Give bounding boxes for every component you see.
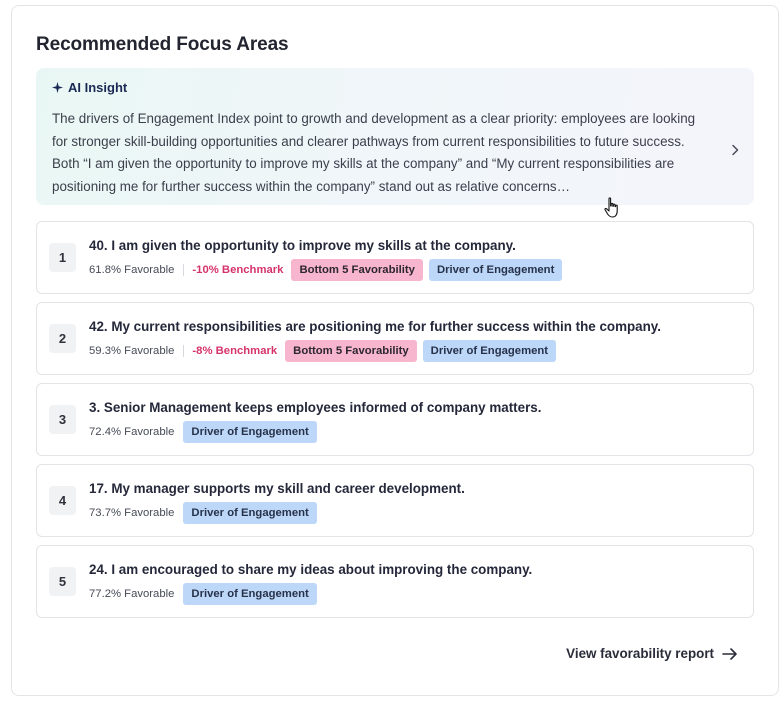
- item-meta: 73.7% Favorable Driver of Engagement: [89, 502, 317, 524]
- ai-insight-text: The drivers of Engagement Index point to…: [52, 111, 696, 194]
- tag-driver-of-engagement: Driver of Engagement: [422, 340, 557, 362]
- favorable-score: 72.4% Favorable: [89, 426, 175, 438]
- tag-driver-of-engagement: Driver of Engagement: [183, 583, 317, 605]
- rank-badge: 5: [49, 567, 76, 596]
- ai-insight-heading: AI Insight: [68, 80, 128, 95]
- favorable-score: 77.2% Favorable: [89, 588, 175, 600]
- question-text: 42. My current responsibilities are posi…: [89, 319, 661, 334]
- focus-area-item[interactable]: 4 17. My manager supports my skill and c…: [36, 464, 754, 537]
- view-favorability-report-link[interactable]: View favorability report: [566, 646, 738, 661]
- chevron-right-icon[interactable]: [728, 143, 742, 157]
- tag-driver-of-engagement: Driver of Engagement: [183, 502, 317, 524]
- sparkle-icon: [52, 82, 63, 93]
- question-text: 17. My manager supports my skill and car…: [89, 481, 465, 496]
- tag-bottom-5: Bottom 5 Favorability: [291, 259, 423, 281]
- item-meta: 77.2% Favorable Driver of Engagement: [89, 583, 317, 605]
- rank-badge: 4: [49, 486, 76, 515]
- meta-divider: [183, 345, 185, 357]
- focus-area-item[interactable]: 2 42. My current responsibilities are po…: [36, 302, 754, 375]
- card-title: Recommended Focus Areas: [36, 34, 289, 55]
- rank-badge: 1: [49, 243, 76, 272]
- tag-bottom-5: Bottom 5 Favorability: [285, 340, 417, 362]
- tag-driver-of-engagement: Driver of Engagement: [183, 421, 317, 443]
- favorable-score: 61.8% Favorable: [89, 264, 175, 276]
- favorable-score: 59.3% Favorable: [89, 345, 175, 357]
- item-meta: 61.8% Favorable -10% Benchmark Bottom 5 …: [89, 259, 563, 281]
- ai-insight-header: AI Insight: [52, 80, 127, 95]
- meta-divider: [183, 264, 185, 276]
- benchmark-delta: -10% Benchmark: [192, 264, 284, 276]
- benchmark-delta: -8% Benchmark: [192, 345, 278, 357]
- question-text: 3. Senior Management keeps employees inf…: [89, 400, 542, 415]
- item-meta: 59.3% Favorable -8% Benchmark Bottom 5 F…: [89, 340, 557, 362]
- focus-areas-card: Recommended Focus Areas AI Insight The d…: [11, 5, 779, 696]
- ai-insight-panel[interactable]: AI Insight The drivers of Engagement Ind…: [36, 68, 754, 205]
- focus-area-list: 1 40. I am given the opportunity to impr…: [36, 221, 754, 626]
- focus-area-item[interactable]: 5 24. I am encouraged to share my ideas …: [36, 545, 754, 618]
- focus-area-item[interactable]: 1 40. I am given the opportunity to impr…: [36, 221, 754, 294]
- question-text: 40. I am given the opportunity to improv…: [89, 238, 516, 253]
- arrow-right-icon: [722, 647, 737, 660]
- focus-area-item[interactable]: 3 3. Senior Management keeps employees i…: [36, 383, 754, 456]
- footer-link-label: View favorability report: [566, 646, 714, 661]
- rank-badge: 3: [49, 405, 76, 434]
- question-text: 24. I am encouraged to share my ideas ab…: [89, 562, 533, 577]
- rank-badge: 2: [49, 324, 76, 353]
- favorable-score: 73.7% Favorable: [89, 507, 175, 519]
- item-meta: 72.4% Favorable Driver of Engagement: [89, 421, 317, 443]
- tag-driver-of-engagement: Driver of Engagement: [428, 259, 563, 281]
